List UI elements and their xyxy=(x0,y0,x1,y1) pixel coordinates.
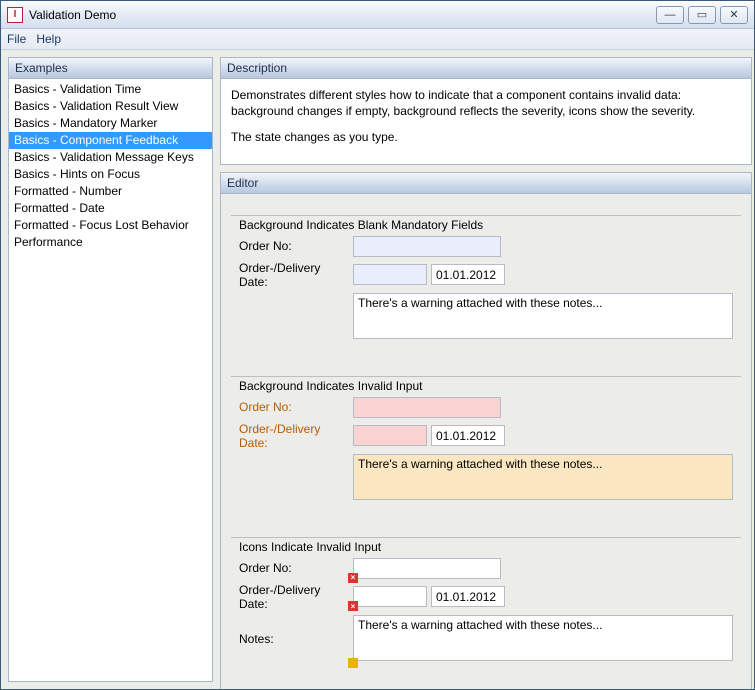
group-icons: Icons Indicate Invalid Input Order No: ×… xyxy=(231,530,741,676)
editor-panel: Editor Background Indicates Blank Mandat… xyxy=(220,172,752,689)
example-item[interactable]: Basics - Validation Time xyxy=(9,81,212,98)
content-area: Examples Basics - Validation TimeBasics … xyxy=(1,50,754,689)
icons-notes-label: Notes: xyxy=(239,632,349,646)
blank-date1-input[interactable] xyxy=(353,264,427,285)
icons-notes-wrap xyxy=(353,615,733,664)
example-item[interactable]: Formatted - Date xyxy=(9,200,212,217)
warning-icon xyxy=(348,658,358,668)
description-p1: Demonstrates different styles how to ind… xyxy=(231,87,741,119)
description-header: Description xyxy=(221,58,751,79)
description-panel: Description Demonstrates different style… xyxy=(220,57,752,165)
close-button[interactable]: ✕ xyxy=(720,6,748,24)
maximize-button[interactable]: ▭ xyxy=(688,6,716,24)
example-item[interactable]: Basics - Hints on Focus xyxy=(9,166,212,183)
menu-file[interactable]: File xyxy=(7,32,26,46)
group-invalid-input: Background Indicates Invalid Input Order… xyxy=(231,369,741,512)
menubar: File Help xyxy=(1,29,754,50)
icons-notes-textarea[interactable] xyxy=(353,615,733,661)
example-item[interactable]: Formatted - Focus Lost Behavior xyxy=(9,217,212,234)
example-item[interactable]: Performance xyxy=(9,234,212,251)
right-column: Description Demonstrates different style… xyxy=(220,57,752,682)
example-item[interactable]: Basics - Validation Result View xyxy=(9,98,212,115)
icons-order-wrap: × xyxy=(353,558,501,579)
group-blank-mandatory: Background Indicates Blank Mandatory Fie… xyxy=(231,208,741,351)
example-item[interactable]: Basics - Mandatory Marker xyxy=(9,115,212,132)
group-icons-title: Icons Indicate Invalid Input xyxy=(239,540,385,554)
menu-help[interactable]: Help xyxy=(36,32,61,46)
examples-list[interactable]: Basics - Validation TimeBasics - Validat… xyxy=(9,79,212,681)
icons-order-input[interactable] xyxy=(353,558,501,579)
icons-date1-input[interactable] xyxy=(353,586,427,607)
editor-body: Background Indicates Blank Mandatory Fie… xyxy=(221,194,751,689)
example-item[interactable]: Formatted - Number xyxy=(9,183,212,200)
invalid-order-input[interactable] xyxy=(353,397,501,418)
error-icon: × xyxy=(348,601,358,611)
editor-header: Editor xyxy=(221,173,751,194)
invalid-order-label: Order No: xyxy=(239,400,349,414)
error-icon: × xyxy=(348,573,358,583)
examples-panel: Examples Basics - Validation TimeBasics … xyxy=(8,57,213,682)
titlebar[interactable]: I Validation Demo — ▭ ✕ xyxy=(1,1,754,29)
icons-date2-input[interactable] xyxy=(431,586,505,607)
icons-delivery-label: Order-/Delivery Date: xyxy=(239,583,349,611)
invalid-delivery-label: Order-/Delivery Date: xyxy=(239,422,349,450)
invalid-date1-input[interactable] xyxy=(353,425,427,446)
icons-order-label: Order No: xyxy=(239,561,349,575)
icons-date1-wrap: × xyxy=(353,586,427,607)
examples-header: Examples xyxy=(9,58,212,79)
blank-order-input[interactable] xyxy=(353,236,501,257)
window-title: Validation Demo xyxy=(29,8,656,22)
blank-notes-textarea[interactable] xyxy=(353,293,733,339)
invalid-notes-textarea[interactable] xyxy=(353,454,733,500)
blank-order-label: Order No: xyxy=(239,239,349,253)
group-blank-title: Background Indicates Blank Mandatory Fie… xyxy=(239,218,487,232)
blank-date2-input[interactable] xyxy=(431,264,505,285)
description-body: Demonstrates different styles how to ind… xyxy=(221,79,751,164)
app-icon: I xyxy=(7,7,23,23)
description-p2: The state changes as you type. xyxy=(231,129,741,145)
app-window: I Validation Demo — ▭ ✕ File Help Exampl… xyxy=(0,0,755,690)
window-controls: — ▭ ✕ xyxy=(656,6,748,24)
minimize-button[interactable]: — xyxy=(656,6,684,24)
invalid-date2-input[interactable] xyxy=(431,425,505,446)
group-invalid-title: Background Indicates Invalid Input xyxy=(239,379,426,393)
blank-delivery-label: Order-/Delivery Date: xyxy=(239,261,349,289)
example-item[interactable]: Basics - Validation Message Keys xyxy=(9,149,212,166)
example-item[interactable]: Basics - Component Feedback xyxy=(9,132,212,149)
